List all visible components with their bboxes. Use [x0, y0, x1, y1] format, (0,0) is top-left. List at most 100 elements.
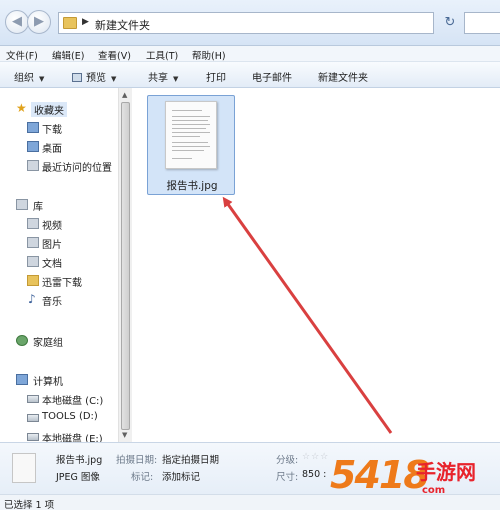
watermark-logo: 5418 手游网 com: [330, 452, 500, 502]
watermark-domain: com: [422, 485, 446, 496]
preview-label: 预览: [86, 73, 106, 84]
image-thumbnail: [165, 101, 217, 169]
star-icon: ★: [16, 101, 27, 115]
nav-desktop[interactable]: 桌面: [0, 138, 118, 156]
nav-videos-label: 视频: [42, 221, 62, 232]
forward-button[interactable]: ▶: [27, 10, 51, 34]
nav-homegroup-label: 家庭组: [33, 338, 63, 349]
nav-drive-c-label: 本地磁盘 (C:): [42, 396, 104, 407]
nav-videos[interactable]: 视频: [0, 215, 118, 233]
library-icon: [16, 199, 28, 210]
nav-computer[interactable]: 计算机: [0, 371, 118, 389]
details-tags-label: 标记:: [131, 472, 154, 483]
nav-downloads-label: 下载: [42, 125, 62, 136]
status-text: 已选择 1 项: [4, 500, 55, 510]
menu-view[interactable]: 查看(V): [98, 48, 131, 62]
nav-music[interactable]: ♪ 音乐: [0, 291, 118, 309]
organize-label: 组织: [14, 73, 34, 84]
details-size-label: 尺寸:: [276, 472, 299, 483]
chevron-down-icon: ▼: [39, 75, 45, 83]
details-date-value[interactable]: 指定拍摄日期: [162, 452, 219, 466]
video-icon: [27, 218, 39, 229]
menu-file[interactable]: 文件(F): [6, 48, 38, 62]
nav-drive-d-label: TOOLS (D:): [42, 411, 98, 422]
watermark-digits: 5418: [330, 453, 430, 497]
command-bar: 组织 ▼ 预览 ▼ 共享 ▼ 打印 电子邮件 新建文件夹: [0, 62, 500, 88]
recent-places-icon: [27, 160, 39, 171]
preview-button[interactable]: 预览 ▼: [72, 69, 116, 84]
scroll-up-icon[interactable]: ▲: [122, 91, 127, 99]
nav-thunder-label: 迅雷下载: [42, 278, 82, 289]
menu-bar: 文件(F) 编辑(E) 查看(V) 工具(T) 帮助(H): [0, 46, 500, 62]
nav-drive-d[interactable]: TOOLS (D:): [0, 409, 118, 427]
nav-thunder[interactable]: 迅雷下载: [0, 272, 118, 290]
nav-homegroup[interactable]: 家庭组: [0, 332, 118, 350]
breadcrumb-arrow-icon[interactable]: ▶: [82, 17, 89, 27]
back-button[interactable]: ◀: [5, 10, 29, 34]
details-size-value: 850 :: [302, 469, 327, 480]
details-rating-label: 分级:: [276, 455, 299, 466]
details-tags-value[interactable]: 添加标记: [162, 469, 200, 483]
nav-favorites-label: 收藏夹: [31, 102, 67, 117]
details-filename: 报告书.jpg: [56, 455, 103, 466]
rating-stars[interactable]: ☆☆☆: [302, 452, 329, 462]
drive-icon: [27, 433, 39, 441]
nav-libraries-label: 库: [33, 202, 43, 213]
scroll-thumb[interactable]: [121, 102, 130, 430]
nav-documents[interactable]: 文档: [0, 253, 118, 271]
menu-edit[interactable]: 编辑(E): [52, 48, 84, 62]
nav-scrollbar[interactable]: ▲ ▼: [118, 88, 132, 442]
nav-downloads[interactable]: 下载: [0, 119, 118, 137]
search-input[interactable]: [464, 12, 500, 34]
documents-icon: [27, 256, 39, 267]
address-bar-row: ◀ ▶ ▶ 新建文件夹 ▼ ↻: [0, 0, 500, 46]
file-name-label: 报告书.jpg: [166, 180, 218, 192]
preview-icon: [72, 73, 82, 82]
details-thumbnail: [12, 453, 36, 483]
drive-icon: [27, 414, 39, 422]
back-arrow-icon: ◀: [12, 14, 22, 29]
email-button[interactable]: 电子邮件: [252, 69, 292, 84]
folder-icon: [63, 17, 77, 29]
chevron-down-icon: ▼: [111, 75, 117, 83]
nav-music-label: 音乐: [42, 297, 62, 308]
drive-icon: [27, 395, 39, 403]
menu-tools[interactable]: 工具(T): [146, 48, 178, 62]
nav-recent-label: 最近访问的位置: [42, 163, 112, 174]
folder-icon: [27, 275, 39, 286]
file-item[interactable]: 报告书.jpg: [147, 95, 235, 195]
music-note-icon: ♪: [28, 292, 36, 306]
file-list-area[interactable]: 报告书.jpg: [133, 88, 500, 442]
nav-computer-label: 计算机: [33, 377, 63, 388]
nav-favorites[interactable]: ★ 收藏夹: [0, 100, 118, 118]
forward-arrow-icon: ▶: [34, 14, 44, 29]
scroll-down-icon[interactable]: ▼: [122, 431, 127, 439]
nav-libraries[interactable]: 库: [0, 196, 118, 214]
refresh-icon[interactable]: ↻: [440, 13, 460, 33]
organize-button[interactable]: 组织 ▼: [14, 69, 44, 84]
downloads-icon: [27, 122, 39, 133]
share-label: 共享: [148, 73, 168, 84]
nav-documents-label: 文档: [42, 259, 62, 270]
details-date-label: 拍摄日期:: [116, 455, 158, 466]
address-box[interactable]: ▶ 新建文件夹 ▼: [58, 12, 483, 34]
arrow-line: [222, 196, 393, 434]
print-button[interactable]: 打印: [206, 69, 226, 84]
nav-desktop-label: 桌面: [42, 144, 62, 155]
chevron-down-icon: ▼: [173, 75, 179, 83]
nav-recent[interactable]: 最近访问的位置: [0, 157, 118, 175]
homegroup-icon: [16, 335, 28, 346]
share-button[interactable]: 共享 ▼: [148, 69, 178, 84]
navigation-pane: ★ 收藏夹 下载 桌面 最近访问的位置 库 视频 图片 文档 迅雷下载 ♪ 音乐…: [0, 88, 132, 445]
menu-help[interactable]: 帮助(H): [192, 48, 226, 62]
nav-pictures-label: 图片: [42, 240, 62, 251]
pictures-icon: [27, 237, 39, 248]
computer-icon: [16, 374, 28, 385]
nav-drive-c[interactable]: 本地磁盘 (C:): [0, 390, 118, 408]
details-filetype: JPEG 图像: [56, 472, 100, 483]
desktop-icon: [27, 141, 39, 152]
new-folder-button[interactable]: 新建文件夹: [318, 69, 368, 84]
nav-pictures[interactable]: 图片: [0, 234, 118, 252]
watermark-text: 手游网: [416, 460, 476, 484]
breadcrumb-current[interactable]: 新建文件夹: [95, 17, 150, 33]
